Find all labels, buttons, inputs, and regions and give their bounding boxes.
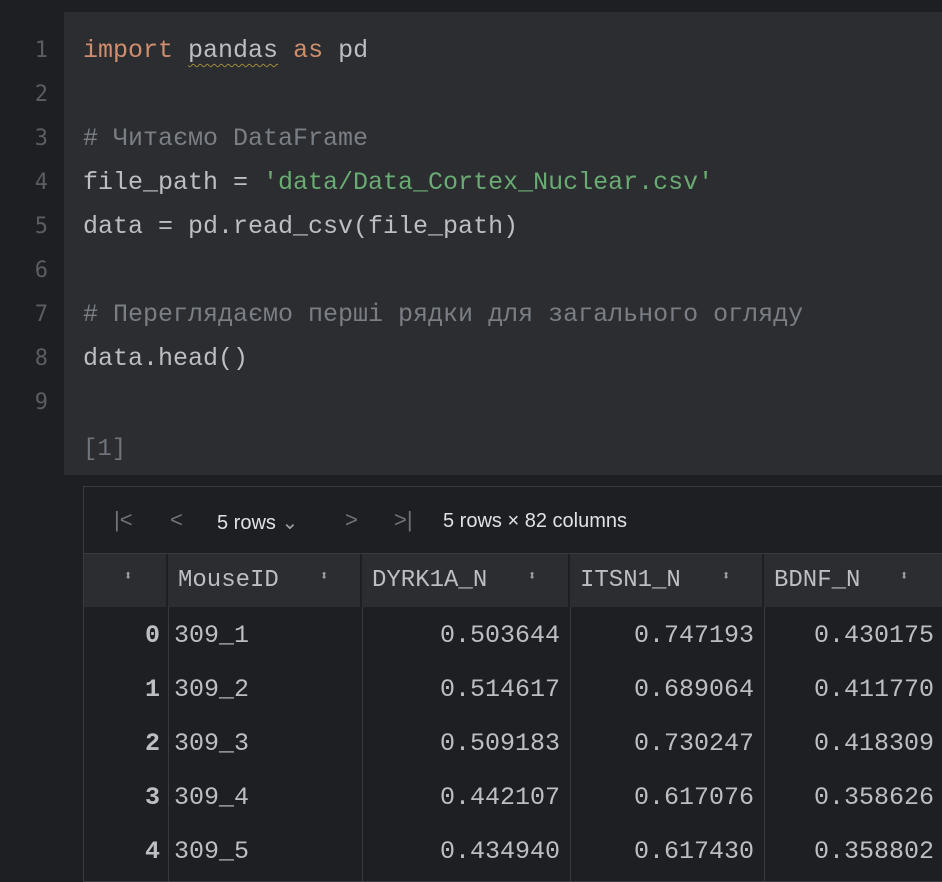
code-line-7[interactable]: # Переглядаємо перші рядки для загальног… [83, 300, 803, 329]
first-page-icon[interactable]: |< [114, 507, 133, 533]
table-cell: 0.617076 [633, 783, 754, 812]
line-number: 3 [34, 126, 48, 151]
table-cell: 309_5 [174, 837, 250, 866]
row-index: 2 [144, 729, 160, 758]
table-cell: 0.514617 [439, 675, 560, 704]
table-cell: 0.358626 [813, 783, 934, 812]
table-cell: 0.509183 [439, 729, 560, 758]
table-cell: 0.730247 [633, 729, 754, 758]
header-index[interactable]: ⬍ [84, 554, 168, 607]
line-number: 8 [34, 346, 48, 371]
code-cell[interactable] [64, 12, 942, 475]
assign: file_path = [83, 168, 264, 197]
rows-select-label: 5 rows [217, 512, 276, 534]
table-cell: 0.358802 [813, 837, 934, 866]
execution-count: [1] [83, 436, 127, 463]
last-page-icon[interactable]: >| [394, 507, 413, 533]
table-row[interactable]: 4 309_5 0.434940 0.617430 0.358802 [84, 824, 942, 878]
table-row[interactable]: 2 309_3 0.509183 0.730247 0.418309 [84, 716, 942, 770]
keyword-import: import [83, 36, 174, 65]
code-line-5[interactable]: data = pd.read_csv(file_path) [83, 212, 518, 241]
string-literal: 'data/Data_Cortex_Nuclear.csv' [263, 168, 714, 197]
table-cell: 0.617430 [633, 837, 754, 866]
code-line-8[interactable]: data.head() [83, 344, 248, 373]
table-cell: 0.434940 [439, 837, 560, 866]
table-row[interactable]: 1 309_2 0.514617 0.689064 0.411770 [84, 662, 942, 716]
chevron-down-icon: ⌄ [281, 512, 299, 534]
table-cell: 0.689064 [633, 675, 754, 704]
table-cell: 309_4 [174, 783, 250, 812]
sort-icon[interactable]: ⬍ [528, 568, 536, 584]
table-header: ⬍ MouseID ⬍ DYRK1A_N ⬍ ITSN1_N ⬍ BDNF_N ⬍ [84, 554, 942, 607]
table-cell: 0.747193 [633, 621, 754, 650]
table-toolbar: |< < 5 rows ⌄ > >| 5 rows × 82 columns [84, 487, 942, 554]
line-number: 4 [34, 170, 48, 195]
line-number: 6 [34, 258, 48, 283]
code-line-4[interactable]: file_path = 'data/Data_Cortex_Nuclear.cs… [83, 168, 713, 197]
table-summary: 5 rows × 82 columns [443, 510, 627, 532]
dataframe-output: |< < 5 rows ⌄ > >| 5 rows × 82 columns ⬍… [83, 486, 942, 882]
line-number: 5 [34, 214, 48, 239]
module-name: pandas [188, 36, 279, 65]
code-line-1[interactable]: import pandas as pd [83, 36, 368, 65]
table-cell: 0.442107 [439, 783, 560, 812]
code-line-3[interactable]: # Читаємо DataFrame [83, 124, 368, 153]
keyword-as: as [293, 36, 324, 65]
line-number: 2 [34, 82, 48, 107]
row-index: 1 [144, 675, 160, 704]
header-itsn1[interactable]: ITSN1_N ⬍ [570, 554, 764, 607]
header-dyrk1a[interactable]: DYRK1A_N ⬍ [362, 554, 570, 607]
table-cell: 0.411770 [813, 675, 934, 704]
line-number: 7 [34, 302, 48, 327]
table-cell: 309_1 [174, 621, 250, 650]
header-bdnf[interactable]: BDNF_N ⬍ [764, 554, 942, 607]
header-mouseid[interactable]: MouseID ⬍ [168, 554, 362, 607]
table-cell: 0.418309 [813, 729, 934, 758]
table-cell: 0.503644 [439, 621, 560, 650]
line-number: 1 [34, 38, 48, 63]
row-index: 0 [144, 621, 160, 650]
sort-icon[interactable]: ⬍ [320, 568, 328, 584]
next-page-icon[interactable]: > [345, 507, 358, 533]
sort-icon[interactable]: ⬍ [124, 568, 132, 584]
rows-per-page-select[interactable]: 5 rows ⌄ [217, 510, 298, 535]
table-cell: 309_2 [174, 675, 250, 704]
table-row[interactable]: 0 309_1 0.503644 0.747193 0.430175 [84, 608, 942, 662]
line-number: 9 [34, 390, 48, 415]
sort-icon[interactable]: ⬍ [900, 568, 908, 584]
alias: pd [338, 36, 369, 65]
row-index: 3 [144, 783, 160, 812]
prev-page-icon[interactable]: < [170, 507, 183, 533]
sort-icon[interactable]: ⬍ [722, 568, 730, 584]
table-cell: 0.430175 [813, 621, 934, 650]
row-index: 4 [144, 837, 160, 866]
table-cell: 309_3 [174, 729, 250, 758]
table-row[interactable]: 3 309_4 0.442107 0.617076 0.358626 [84, 770, 942, 824]
